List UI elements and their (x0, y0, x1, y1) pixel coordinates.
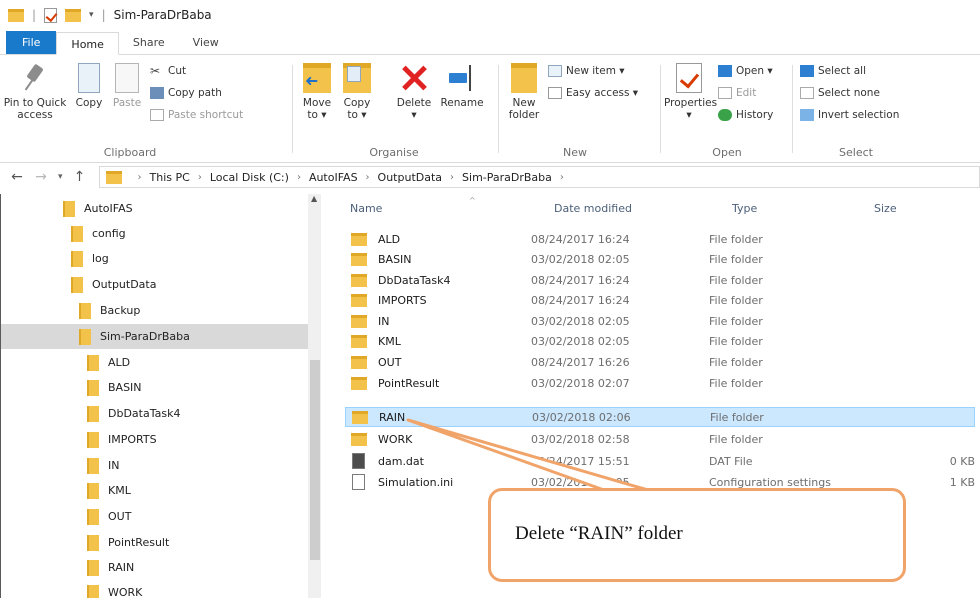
callout-text: Delete “RAIN” folder (515, 523, 683, 544)
callout-arrow (406, 418, 650, 492)
callout-box: Delete “RAIN” folder (488, 488, 906, 582)
